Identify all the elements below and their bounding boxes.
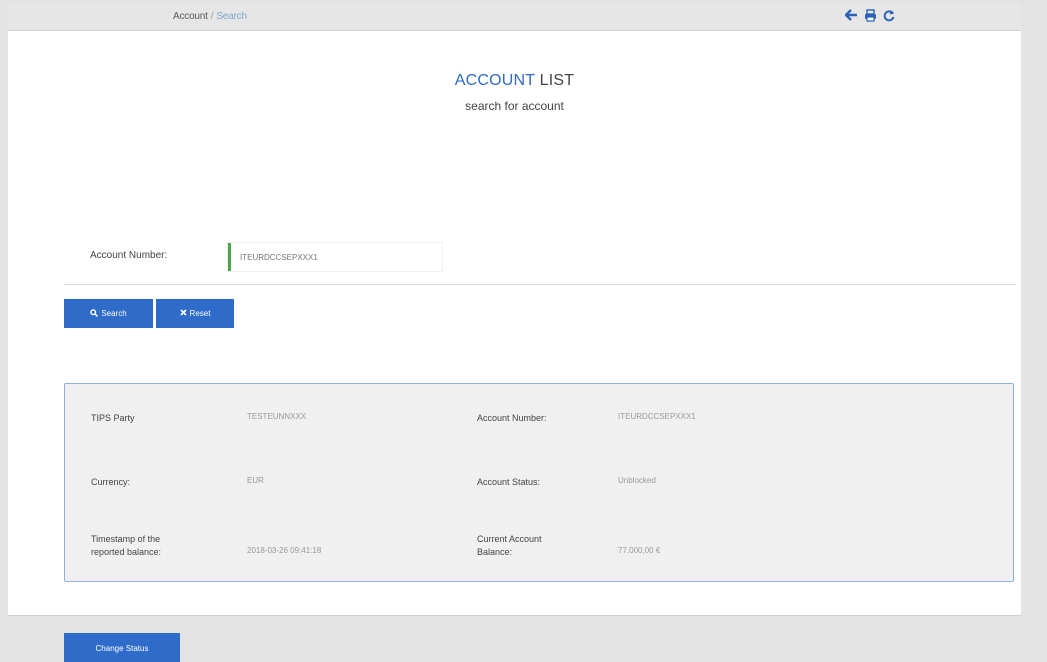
print-icon[interactable] [863,7,877,23]
account-number-input[interactable] [228,243,442,271]
tips-party-value: TESTEUNNXXX [247,412,307,421]
form-divider [64,284,1016,285]
top-bar: Account / Search [8,4,1021,31]
search-button[interactable]: Search [64,299,153,328]
balance-value: 77.000,00 € [618,546,661,555]
toolbar [844,7,896,23]
detail-account-number-value: ITEURDCCSEPXXX1 [618,412,696,421]
reset-button-label: Reset [189,309,211,318]
balance-label-line1: Current Account [477,534,542,544]
page-title-accent: ACCOUNT [454,72,535,89]
back-arrow-icon[interactable] [844,7,858,23]
breadcrumb-search[interactable]: Search [216,11,247,22]
page-subtitle: search for account [465,99,564,113]
main-panel: ACCOUNT LIST search for account Account … [8,31,1021,615]
account-number-label: Account Number: [90,250,168,261]
timestamp-label-line2: reported balance: [91,547,162,557]
search-button-label: Search [101,309,127,318]
breadcrumb-separator: / [210,11,214,22]
balance-label: Current Account Balance: [477,533,542,559]
refresh-icon[interactable] [882,7,896,23]
bottom-action-bar: Change Status [8,615,1021,662]
tips-party-label: TIPS Party [91,413,135,423]
reset-button[interactable]: Reset [156,299,234,328]
account-status-value: Unblocked [618,476,656,485]
account-status-label: Account Status: [477,477,541,487]
balance-label-line2: Balance: [477,547,513,557]
currency-value: EUR [247,476,264,485]
currency-label: Currency: [91,477,131,487]
page-title: ACCOUNT LIST [8,72,1021,90]
search-icon [90,308,99,319]
breadcrumb-account[interactable]: Account [173,11,208,22]
timestamp-label: Timestamp of the reported balance: [91,533,161,559]
account-details-panel: TIPS Party TESTEUNNXXX Account Number: I… [64,383,1014,582]
page-title-rest: LIST [539,72,575,89]
close-icon [179,309,187,318]
breadcrumb: Account / Search [173,11,247,22]
app-page: Account / Search ACCOUNT LIST search for a… [0,0,1047,662]
change-status-button[interactable]: Change Status [64,633,180,662]
timestamp-value: 2018-03-26 09:41:18 [247,546,322,555]
timestamp-label-line1: Timestamp of the [91,534,161,544]
detail-account-number-label: Account Number: [477,413,547,423]
title-block: ACCOUNT LIST search for account [8,72,1021,113]
